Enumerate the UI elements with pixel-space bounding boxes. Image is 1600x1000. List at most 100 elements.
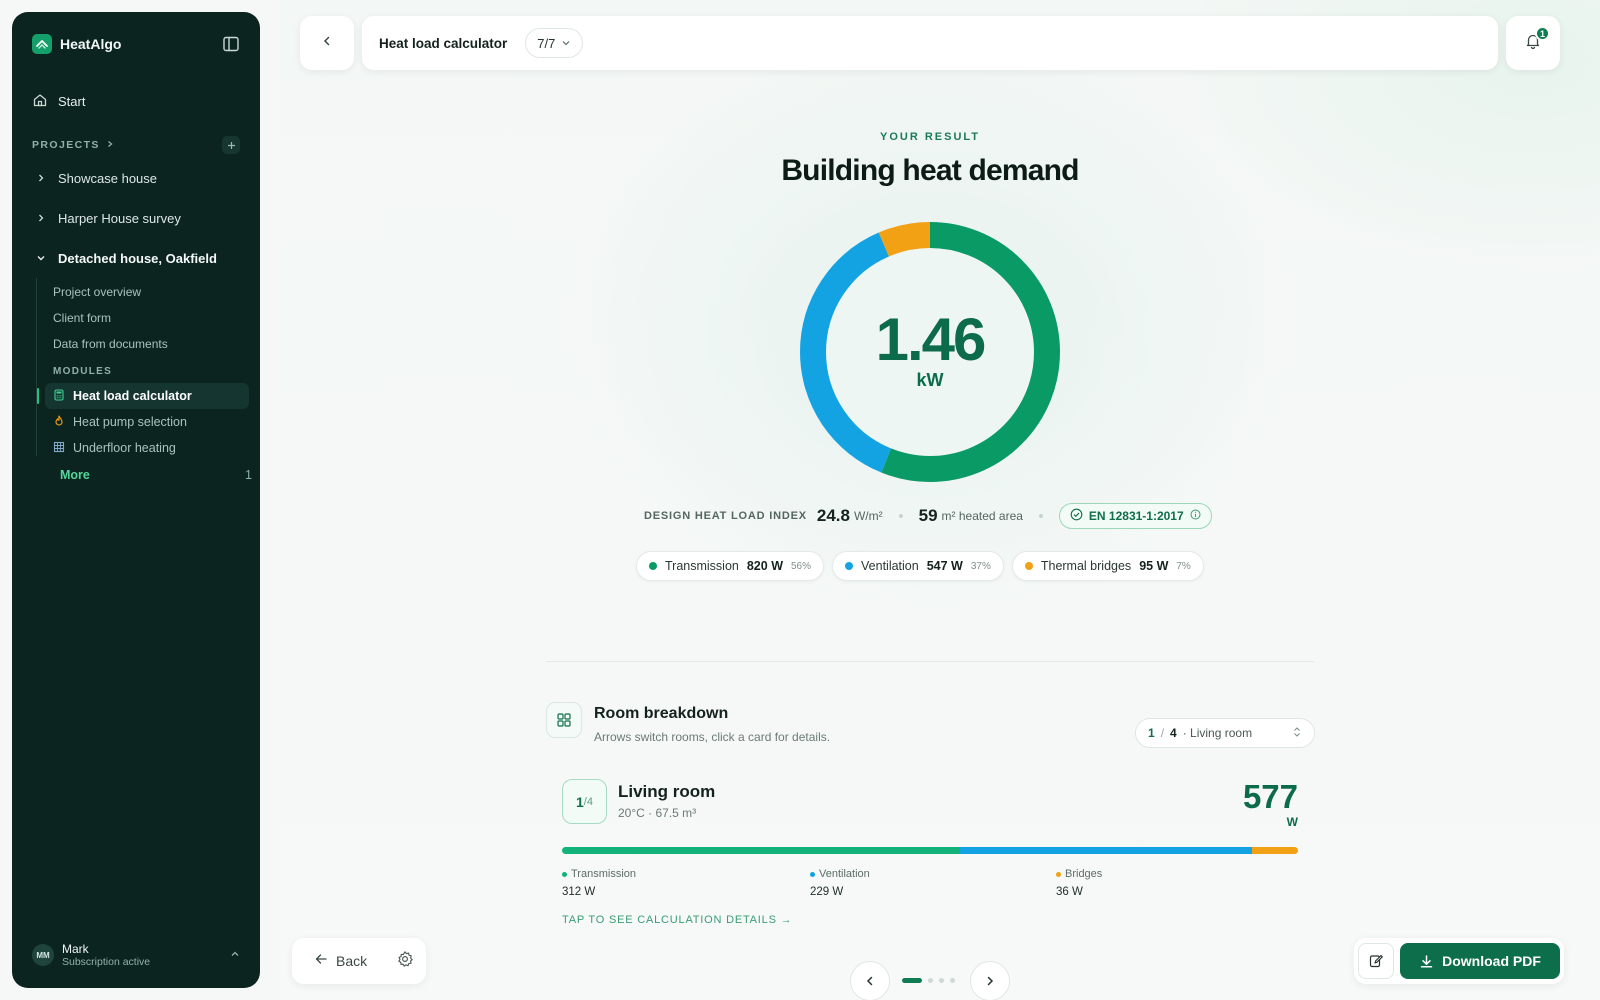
room-selector-current: 1 bbox=[1148, 726, 1155, 740]
user-menu[interactable]: MM Mark Subscription active bbox=[32, 942, 240, 968]
legend-value: 229 W bbox=[810, 886, 844, 898]
legend-text: Ventilation bbox=[819, 868, 870, 880]
room-breakdown-subtitle: Arrows switch rooms, click a card for de… bbox=[594, 730, 831, 744]
chevron-right-icon bbox=[36, 211, 46, 226]
back-button[interactable]: Back bbox=[336, 953, 367, 969]
pager-dot[interactable] bbox=[939, 978, 944, 983]
chevron-right-icon[interactable] bbox=[106, 139, 114, 151]
legend-dot bbox=[845, 562, 854, 570]
heatalgo-logo-icon[interactable] bbox=[32, 34, 52, 54]
sidebar-item-project-overview[interactable]: Project overview bbox=[53, 285, 141, 299]
legend-dot bbox=[1056, 871, 1061, 877]
heat-load-index-unit: W/m² bbox=[853, 509, 883, 523]
sidebar-header: HeatAlgo bbox=[32, 32, 240, 56]
chip-label: Transmission bbox=[665, 559, 739, 573]
separator bbox=[1038, 514, 1043, 518]
standard-label: EN 12831-1:2017 bbox=[1088, 509, 1184, 523]
avatar: MM bbox=[32, 944, 54, 966]
component-chips: Transmission 820 W 56% Ventilation 547 W 37% T… bbox=[636, 551, 1204, 581]
legend-value: 312 W bbox=[562, 886, 596, 898]
legend-value: 36 W bbox=[1056, 886, 1083, 898]
room-pager bbox=[850, 961, 1010, 1000]
project-tree: Project overview Client form Data from d… bbox=[36, 278, 256, 456]
chip-label: Thermal bridges bbox=[1040, 559, 1132, 573]
room-heat-load-unit: W bbox=[1286, 815, 1298, 829]
legend-label: Ventilation bbox=[810, 868, 870, 880]
chevron-left-icon bbox=[320, 34, 334, 53]
sidebar-item-client-form[interactable]: Client form bbox=[53, 311, 111, 325]
more-modules-link[interactable]: More 1 bbox=[60, 468, 252, 482]
standard-badge[interactable]: EN 12831-1:2017 bbox=[1058, 503, 1212, 529]
room-bar-ventilation bbox=[959, 847, 1253, 854]
legend-text: Bridges bbox=[1065, 868, 1103, 880]
module-heat-load-calculator[interactable]: Heat load calculator bbox=[37, 383, 249, 409]
room-breakdown-title: Room breakdown bbox=[594, 705, 729, 722]
grid-icon bbox=[53, 441, 65, 456]
gear-icon[interactable] bbox=[396, 950, 414, 973]
module-heat-pump-selection[interactable]: Heat pump selection bbox=[45, 409, 249, 435]
add-project-button[interactable] bbox=[222, 136, 240, 154]
room-name[interactable]: Living room bbox=[618, 782, 715, 802]
chevron-up-icon[interactable] bbox=[230, 946, 240, 964]
legend-text: Transmission bbox=[571, 868, 636, 880]
chip-percent: 37% bbox=[970, 560, 991, 572]
previous-room-button[interactable] bbox=[850, 961, 890, 1000]
download-pdf-button[interactable]: Download PDF bbox=[1400, 943, 1560, 979]
home-icon bbox=[32, 92, 48, 111]
download-icon bbox=[1420, 954, 1433, 968]
room-heat-load: 577 bbox=[1242, 778, 1298, 815]
project-harper-house-survey[interactable]: Harper House survey bbox=[36, 207, 244, 229]
notifications-button[interactable]: 1 bbox=[1506, 16, 1560, 70]
sidebar-item-start[interactable]: Start bbox=[32, 92, 85, 111]
pager-dot-active[interactable] bbox=[902, 978, 922, 983]
legend-bridges: Bridges 36 W bbox=[1056, 868, 1102, 898]
info-icon[interactable] bbox=[1190, 509, 1201, 523]
projects-header: PROJECTS bbox=[32, 136, 240, 154]
chevron-down-icon bbox=[36, 251, 46, 266]
sidebar-item-data-from-documents[interactable]: Data from documents bbox=[53, 337, 168, 351]
modules-label: MODULES bbox=[53, 366, 113, 377]
projects-label[interactable]: PROJECTS bbox=[32, 139, 100, 151]
breadcrumb: Heat load calculator 7/7 bbox=[362, 16, 1498, 70]
heat-demand-unit: kW bbox=[916, 370, 944, 390]
sidebar-toggle-icon[interactable] bbox=[222, 35, 240, 53]
grid-icon bbox=[557, 713, 571, 727]
project-label: Harper House survey bbox=[58, 210, 181, 226]
bottom-nav: Back bbox=[292, 938, 426, 984]
plus-icon bbox=[227, 141, 235, 149]
heated-area-unit: m² heated area bbox=[941, 509, 1023, 523]
project-detached-house-oakfield[interactable]: Detached house, Oakfield bbox=[36, 247, 244, 269]
chip-label: Ventilation bbox=[861, 559, 919, 573]
room-load-bar[interactable] bbox=[562, 847, 1298, 854]
pager-dot[interactable] bbox=[950, 978, 955, 983]
user-name: Mark bbox=[62, 942, 89, 956]
sidebar: HeatAlgo Start PROJECTS Showcase house H… bbox=[12, 12, 260, 988]
legend-dot bbox=[562, 871, 567, 877]
brand-name: HeatAlgo bbox=[60, 36, 122, 52]
edit-report-button[interactable] bbox=[1358, 943, 1394, 979]
pager-dot[interactable] bbox=[928, 978, 933, 983]
chip-thermal-bridges[interactable]: Thermal bridges 95 W 7% bbox=[1011, 551, 1204, 581]
result-stats: DESIGN HEAT LOAD INDEX 24.8 W/m² 59 m² h… bbox=[644, 502, 1212, 530]
room-selector-total: 4 bbox=[1170, 726, 1177, 740]
project-showcase-house[interactable]: Showcase house bbox=[36, 167, 244, 189]
room-index-badge[interactable]: 1/4 bbox=[562, 779, 607, 824]
next-room-button[interactable] bbox=[970, 961, 1010, 1000]
edit-icon bbox=[1369, 954, 1383, 968]
calculation-details-link[interactable]: TAP TO SEE CALCULATION DETAILS → bbox=[562, 914, 792, 926]
user-info: Mark Subscription active bbox=[62, 942, 150, 968]
module-underfloor-heating[interactable]: Underfloor heating bbox=[45, 435, 249, 461]
flame-icon bbox=[53, 414, 65, 430]
legend-ventilation: Ventilation 229 W bbox=[810, 868, 870, 898]
chip-ventilation[interactable]: Ventilation 547 W 37% bbox=[832, 551, 1004, 581]
room-breakdown-icon bbox=[546, 702, 582, 738]
top-back-button[interactable] bbox=[300, 16, 354, 70]
chip-transmission[interactable]: Transmission 820 W 56% bbox=[636, 551, 825, 581]
room-selector[interactable]: 1 / 4 · Living room bbox=[1135, 718, 1315, 748]
subscription-status: Subscription active bbox=[62, 956, 151, 968]
chip-value: 547 W bbox=[926, 559, 963, 573]
chevron-right-icon bbox=[987, 976, 994, 986]
step-selector[interactable]: 7/7 bbox=[525, 28, 584, 58]
result-title: Building heat demand bbox=[781, 154, 1079, 187]
room-bar-transmission bbox=[562, 847, 960, 854]
